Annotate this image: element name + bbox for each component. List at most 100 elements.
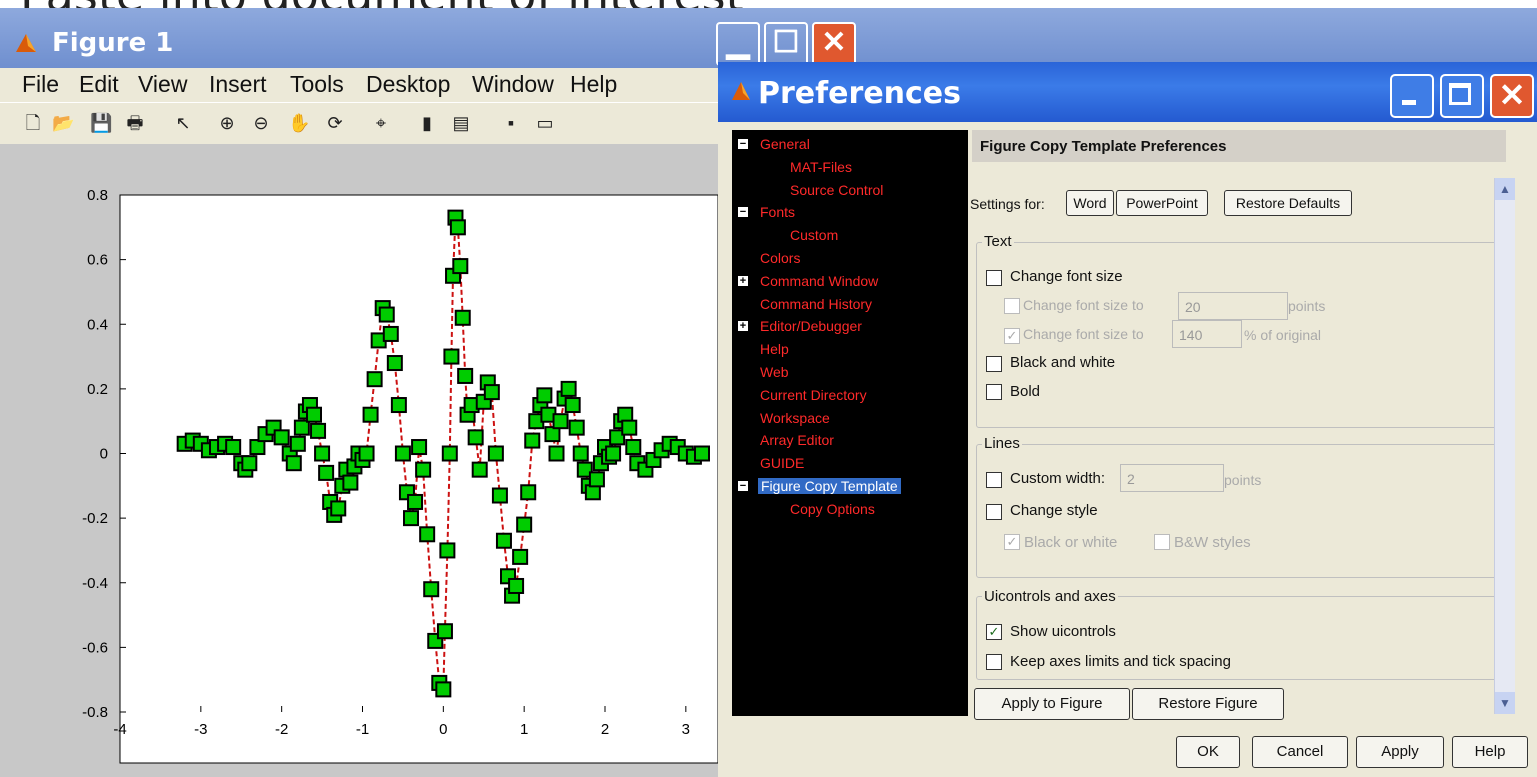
tree-item-current-directory[interactable]: Current Directory [760,387,867,403]
tree-item-help[interactable]: Help [760,341,789,357]
tree-item-guide[interactable]: GUIDE [760,455,804,471]
help-button[interactable]: Help [1452,736,1528,768]
preferences-titlebar[interactable]: Preferences ✕ [718,62,1537,122]
custom-width-input[interactable]: 2 [1120,464,1224,492]
tree-item-general[interactable]: General [760,136,810,152]
print-icon[interactable]: 🖶 [124,112,146,134]
tree-item-mat-files[interactable]: MAT-Files [790,159,852,175]
zoom-out-icon[interactable]: ⊖ [250,112,272,134]
cancel-button[interactable]: Cancel [1252,736,1348,768]
minimize-button[interactable] [1390,74,1434,118]
apply-to-figure-button[interactable]: Apply to Figure [974,688,1130,720]
maximize-button[interactable] [1440,74,1484,118]
tree-item-source-control[interactable]: Source Control [790,182,883,198]
show-uicontrols-checkbox[interactable]: ✓ [986,624,1002,640]
data-cursor-icon[interactable]: ⌖ [370,112,392,134]
data-point [435,681,452,698]
tree-toggle-minus-icon[interactable]: − [738,481,748,492]
ok-button[interactable]: OK [1176,736,1240,768]
menu-help[interactable]: Help [570,71,617,98]
close-button[interactable]: ✕ [1490,74,1534,118]
data-point [378,306,395,323]
menu-view[interactable]: View [138,71,187,98]
vertical-scrollbar[interactable]: ▲ ▼ [1494,178,1515,714]
custom-width-checkbox[interactable] [986,472,1002,488]
tree-item-web[interactable]: Web [760,364,789,380]
bold-checkbox[interactable] [986,384,1002,400]
close-button[interactable]: ✕ [812,22,856,66]
new-file-icon[interactable]: 🗋 [22,112,44,134]
data-point [394,445,411,462]
data-point [342,474,359,491]
tree-item-colors[interactable]: Colors [760,250,800,266]
tree-item-copy-options[interactable]: Copy Options [790,501,875,517]
tree-toggle-plus-icon[interactable]: + [738,275,748,286]
tree-toggle-minus-icon[interactable]: − [738,207,748,218]
tree-item-command-window[interactable]: Command Window [760,273,878,289]
plot-axes[interactable]: 0.8 0.6 0.4 0.2 0 -0.2 -0.4 -0.6 -0.8 -4 -3 -2 -1 0 1… [0,144,718,777]
open-folder-icon[interactable]: 📂 [52,112,74,134]
tree-item-command-history[interactable]: Command History [760,296,872,312]
font-size-input[interactable]: 20 [1178,292,1288,320]
preferences-title: Preferences [758,76,962,111]
colorbar-icon[interactable]: ▮ [416,112,438,134]
tree-item-custom[interactable]: Custom [790,227,838,243]
pointer-icon[interactable]: ↖ [172,112,194,134]
preferences-dialog: Preferences ✕ − General MAT-Files Source Co… [718,62,1537,777]
data-point [487,445,504,462]
y-tick-label: -0.8 [82,704,108,721]
menu-edit[interactable]: Edit [79,71,119,98]
rotate-3d-icon[interactable]: ⟳ [324,112,346,134]
black-and-white-checkbox[interactable] [986,356,1002,372]
tree-item-fonts[interactable]: Fonts [760,204,795,220]
hide-plot-tools-icon[interactable]: ▪ [500,112,522,134]
restore-defaults-button[interactable]: Restore Defaults [1224,190,1352,216]
data-point [310,422,327,439]
change-font-pct-checkbox[interactable]: ✓ [1004,328,1020,344]
show-plot-tools-icon[interactable]: ▭ [534,112,556,134]
change-font-pct-label: Change font size to [1023,326,1144,342]
data-point [617,406,634,423]
zoom-in-icon[interactable]: ⊕ [216,112,238,134]
legend-icon[interactable]: ▤ [450,112,472,134]
tree-item-array-editor[interactable]: Array Editor [760,432,834,448]
y-tick-label: 0.8 [87,187,108,204]
minimize-button[interactable]: ▁ [716,22,760,66]
bw-styles-checkbox[interactable] [1154,534,1170,550]
menu-insert[interactable]: Insert [209,71,267,98]
font-pct-input[interactable]: 140 [1172,320,1242,348]
data-point [419,526,436,543]
scroll-up-icon[interactable]: ▲ [1495,178,1515,200]
figure-titlebar[interactable]: Figure 1 ▁ ☐ ✕ [0,8,1537,68]
pan-hand-icon[interactable]: ✋ [288,112,310,134]
tree-toggle-plus-icon[interactable]: + [738,321,748,332]
tree-item-editor-debugger[interactable]: Editor/Debugger [760,318,862,334]
powerpoint-button[interactable]: PowerPoint [1116,190,1208,216]
tree-toggle-minus-icon[interactable]: − [738,139,748,150]
tree-item-figure-copy-template[interactable]: Figure Copy Template [758,478,901,494]
data-point [289,435,306,452]
data-point [241,455,258,472]
data-point [273,429,290,446]
save-icon[interactable]: 💾 [90,112,112,134]
change-font-size-checkbox[interactable] [986,270,1002,286]
change-font-size-to-checkbox[interactable] [1004,298,1020,314]
scroll-down-icon[interactable]: ▼ [1495,692,1515,714]
data-point [548,445,565,462]
y-tick-label: -0.2 [82,510,108,527]
menu-desktop[interactable]: Desktop [366,71,450,98]
tree-item-workspace[interactable]: Workspace [760,410,830,426]
menu-tools[interactable]: Tools [290,71,344,98]
data-point [330,500,347,517]
maximize-button[interactable]: ☐ [764,22,808,66]
word-button[interactable]: Word [1066,190,1114,216]
keep-axes-checkbox[interactable] [986,654,1002,670]
change-style-checkbox[interactable] [986,504,1002,520]
y-tick-label: 0.4 [87,316,108,333]
black-or-white-checkbox[interactable]: ✓ [1004,534,1020,550]
menu-window[interactable]: Window [472,71,554,98]
restore-figure-button[interactable]: Restore Figure [1132,688,1284,720]
data-point [572,445,589,462]
apply-button[interactable]: Apply [1356,736,1444,768]
menu-file[interactable]: File [22,71,59,98]
